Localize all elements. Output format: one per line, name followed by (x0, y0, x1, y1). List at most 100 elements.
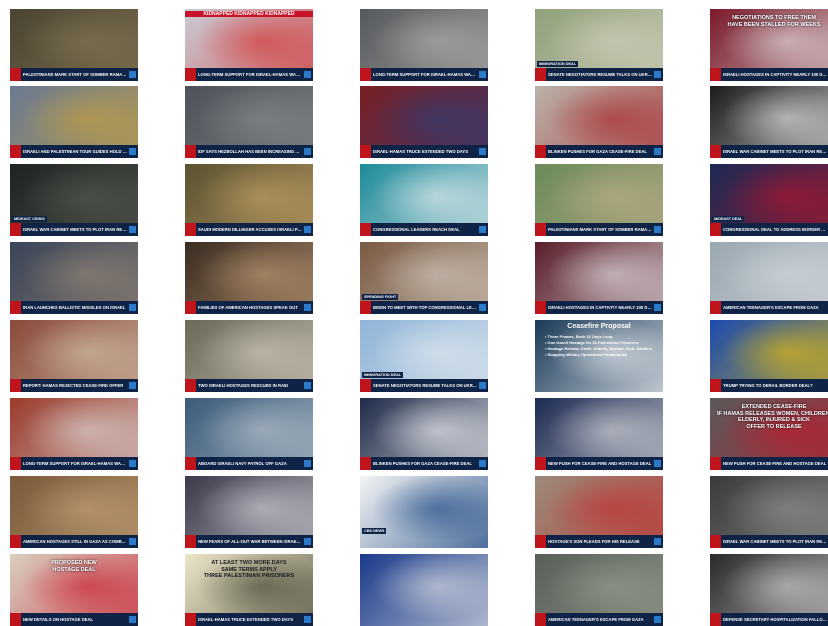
video-thumbnail[interactable]: ISRAEL WAR CABINET MEETS TO PLOT IRAN RE… (710, 476, 828, 548)
lower-third-caption-bar: CONGRESSIONAL DEAL TO ADDRESS BORDER AND… (710, 223, 828, 236)
panel-title: Ceasefire Proposal (567, 323, 631, 330)
video-thumbnail[interactable]: EXTENDED CEASE-FIRE IF HAMAS RELEASES WOM… (710, 398, 828, 470)
thumbnail-caption: ISRAEL WAR CABINET MEETS TO PLOT IRAN RE… (723, 149, 828, 154)
thumbnail-caption: ISRAEL WAR CABINET MEETS TO PLOT IRAN RE… (723, 539, 828, 544)
video-thumbnail[interactable]: ISRAELI HOSTAGES IN CAPTIVITY NEARLY 100… (535, 242, 663, 314)
video-thumbnail[interactable]: HOSTAGE'S SON PLEADS FOR HIS RELEASE (535, 476, 663, 548)
lower-third-caption-bar: BIDEN TO MEET WITH TOP CONGRESSIONAL LEA… (360, 301, 488, 314)
video-thumbnail[interactable]: REPORT: HAMAS REJECTED CEASE-FIRE OFFER (10, 320, 138, 392)
video-thumbnail[interactable] (360, 554, 488, 626)
network-bug-icon (10, 457, 21, 470)
video-thumbnail[interactable]: SAUDI MODERN DILLINGER ACCUSES ISRAELI P… (185, 164, 313, 236)
lower-third-caption-bar: ABOARD ISRAELI NAVY PATROL OFF GAZA (185, 457, 313, 470)
network-bug-icon (185, 379, 196, 392)
network-bug-icon (10, 145, 21, 158)
video-thumbnail[interactable]: LONG-TERM SUPPORT FOR ISRAEL-HAMAS WAR H… (360, 9, 488, 81)
channel-logo-icon (304, 71, 311, 78)
video-thumbnail[interactable]: CONGRESSIONAL LEADERS REACH DEAL (360, 164, 488, 236)
thumbnail-caption: PALESTINIANS MARK START OF SOMBER RAMADA… (548, 227, 654, 232)
lower-third-caption-bar: SENATE NEGOTIATORS RESUME TALKS ON UKRAI… (535, 68, 663, 81)
channel-logo-icon (479, 460, 486, 467)
panel-list-item: Stopping Military Operations Permanently (545, 352, 652, 358)
channel-logo-icon (479, 226, 486, 233)
thumbnail-caption: ABOARD ISRAELI NAVY PATROL OFF GAZA (198, 461, 287, 466)
lower-third-caption-bar: ISRAEL-HAMAS TRUCE EXTENDED TWO DAYS (360, 145, 488, 158)
network-bug-icon (710, 301, 721, 314)
video-thumbnail[interactable]: PROPOSED NEW HOSTAGE DEAL NEW DETAILS ON H… (10, 554, 138, 626)
thumbnail-tag: CBS NEWS (362, 528, 387, 534)
video-thumbnail[interactable]: ABOARD ISRAELI NAVY PATROL OFF GAZA (185, 398, 313, 470)
thumbnail-caption: BLINKEN PUSHES FOR GAZA CEASE-FIRE DEAL (373, 461, 472, 466)
channel-logo-icon (479, 382, 486, 389)
thumbnail-caption: ISRAEL-HAMAS TRUCE EXTENDED TWO DAYS (198, 617, 293, 622)
network-bug-icon (185, 145, 196, 158)
channel-logo-icon (304, 538, 311, 545)
lower-third-caption-bar: NEW PUSH FOR CEASE-FIRE AND HOSTAGE DEAL (710, 457, 828, 470)
video-thumbnail[interactable]: BLINKEN PUSHES FOR GAZA CEASE-FIRE DEAL (535, 86, 663, 158)
network-bug-icon (185, 535, 196, 548)
lower-third-caption-bar: IDF SAYS HEZBOLLAH HAS BEEN INCREASING A… (185, 145, 313, 158)
video-thumbnail[interactable]: PALESTINIANS MARK START OF SOMBER RAMADA… (10, 9, 138, 81)
video-thumbnail[interactable]: KIDNAPPED KIDNAPPED KIDNAPPED LONG-TERM S… (185, 9, 313, 81)
thumbnail-caption: LONG-TERM SUPPORT FOR ISRAEL-HAMAS WAR H… (23, 461, 129, 466)
thumbnail-caption: IDF SAYS HEZBOLLAH HAS BEEN INCREASING A… (198, 149, 304, 154)
lower-third-caption-bar: DEFENSE SECRETARY HOSPITALIZATION FALLOU… (710, 613, 828, 626)
network-bug-icon (535, 457, 546, 470)
video-thumbnail[interactable]: NEW PUSH FOR CEASE-FIRE AND HOSTAGE DEAL (535, 398, 663, 470)
video-thumbnail[interactable]: AMERICAN HOSTAGES STILL IN GAZA AS COMBA… (10, 476, 138, 548)
thumbnail-caption: SENATE NEGOTIATORS RESUME TALKS ON UKRAI… (373, 383, 479, 388)
network-bug-icon (710, 145, 721, 158)
lower-third-caption-bar: ISRAELI AND PALESTINIAN TOUR GUIDES HOLD… (10, 145, 138, 158)
video-thumbnail[interactable]: CBS NEWS (360, 476, 488, 548)
video-thumbnail[interactable]: NEGOTIATIONS TO FREE THEM HAVE BEEN STALL… (710, 9, 828, 81)
video-thumbnail[interactable]: LONG-TERM SUPPORT FOR ISRAEL-HAMAS WAR H… (10, 398, 138, 470)
network-bug-icon (185, 223, 196, 236)
channel-logo-icon (129, 226, 136, 233)
video-thumbnail[interactable]: TRUMP TRYING TO DERAIL BORDER DEAL? (710, 320, 828, 392)
video-thumbnail[interactable]: TWO ISRAELI HOSTAGES RESCUED IN RAID (185, 320, 313, 392)
video-thumbnail[interactable]: IDF SAYS HEZBOLLAH HAS BEEN INCREASING A… (185, 86, 313, 158)
video-thumbnail[interactable]: SPENDING FIGHT BIDEN TO MEET WITH TOP CON… (360, 242, 488, 314)
panel-list: Three Phases, Each 42 Days LongOne Israe… (545, 334, 653, 358)
channel-logo-icon (129, 71, 136, 78)
overlay-line: THREE PALESTINIAN PRISONERS (203, 573, 295, 579)
thumbnail-caption: CONGRESSIONAL DEAL TO ADDRESS BORDER AND… (723, 227, 828, 232)
lower-third-caption-bar: PALESTINIANS MARK START OF SOMBER RAMADA… (535, 223, 663, 236)
network-bug-icon (535, 301, 546, 314)
video-thumbnail[interactable]: MIDEAST CRISIS ISRAEL WAR CABINET MEETS T… (10, 164, 138, 236)
video-thumbnail[interactable]: DEFENSE SECRETARY HOSPITALIZATION FALLOU… (710, 554, 828, 626)
video-thumbnail[interactable]: IMMIGRATION DEAL SENATE NEGOTIATORS RESUM… (360, 320, 488, 392)
network-bug-icon (360, 457, 371, 470)
thumbnail-caption: HOSTAGE'S SON PLEADS FOR HIS RELEASE (548, 539, 640, 544)
video-thumbnail[interactable]: PALESTINIANS MARK START OF SOMBER RAMADA… (535, 164, 663, 236)
channel-logo-icon (654, 71, 661, 78)
thumbnail-caption: TRUMP TRYING TO DERAIL BORDER DEAL? (723, 383, 813, 388)
network-bug-icon (185, 457, 196, 470)
video-thumbnail[interactable]: BLINKEN PUSHES FOR GAZA CEASE-FIRE DEAL (360, 398, 488, 470)
video-thumbnail[interactable]: AMERICAN TEENAGER'S ESCAPE FROM GAZA (535, 554, 663, 626)
video-thumbnail[interactable]: IRAN LAUNCHES BALLISTIC MISSILES ON ISRA… (10, 242, 138, 314)
video-thumbnail[interactable]: MIDEAST DEAL CONGRESSIONAL DEAL TO ADDRES… (710, 164, 828, 236)
network-bug-icon (535, 613, 546, 626)
lower-third-caption-bar: NEW DETAILS ON HOSTAGE DEAL (10, 613, 138, 626)
video-thumbnail[interactable]: FAMILIES OF AMERICAN HOSTAGES SPEAK OUT (185, 242, 313, 314)
video-thumbnail[interactable]: ISRAELI AND PALESTINIAN TOUR GUIDES HOLD… (10, 86, 138, 158)
video-thumbnail[interactable]: ISRAEL WAR CABINET MEETS TO PLOT IRAN RE… (710, 86, 828, 158)
thumbnail-caption: NEW DETAILS ON HOSTAGE DEAL (23, 617, 94, 622)
video-thumbnail[interactable]: IMMIGRATION DEAL SENATE NEGOTIATORS RESUM… (535, 9, 663, 81)
network-bug-icon (10, 301, 21, 314)
video-thumbnail[interactable]: ISRAEL-HAMAS TRUCE EXTENDED TWO DAYS (360, 86, 488, 158)
lower-third-caption-bar: BLINKEN PUSHES FOR GAZA CEASE-FIRE DEAL (535, 145, 663, 158)
thumbnail-caption: ISRAELI HOSTAGES IN CAPTIVITY NEARLY 100… (723, 72, 828, 77)
thumbnail-caption: CONGRESSIONAL LEADERS REACH DEAL (373, 227, 460, 232)
video-thumbnail[interactable]: AMERICAN TEENAGER'S ESCAPE FROM GAZA (710, 242, 828, 314)
lower-third-caption-bar: LONG-TERM SUPPORT FOR ISRAEL-HAMAS WAR H… (10, 457, 138, 470)
thumbnail-caption: ISRAEL WAR CABINET MEETS TO PLOT IRAN RE… (23, 227, 129, 232)
video-thumbnail[interactable]: NEW FEARS OF ALL-OUT WAR BETWEEN ISRAEL … (185, 476, 313, 548)
video-thumbnail[interactable]: AT LEAST TWO MORE DAYS SAME TERMS APPLY TH… (185, 554, 313, 626)
network-bug-icon (185, 68, 196, 81)
channel-logo-icon (654, 304, 661, 311)
video-thumbnail[interactable]: Ceasefire Proposal Three Phases, Each 42 … (535, 320, 663, 392)
lower-third-caption-bar: AMERICAN HOSTAGES STILL IN GAZA AS COMBA… (10, 535, 138, 548)
network-bug-icon (10, 613, 21, 626)
